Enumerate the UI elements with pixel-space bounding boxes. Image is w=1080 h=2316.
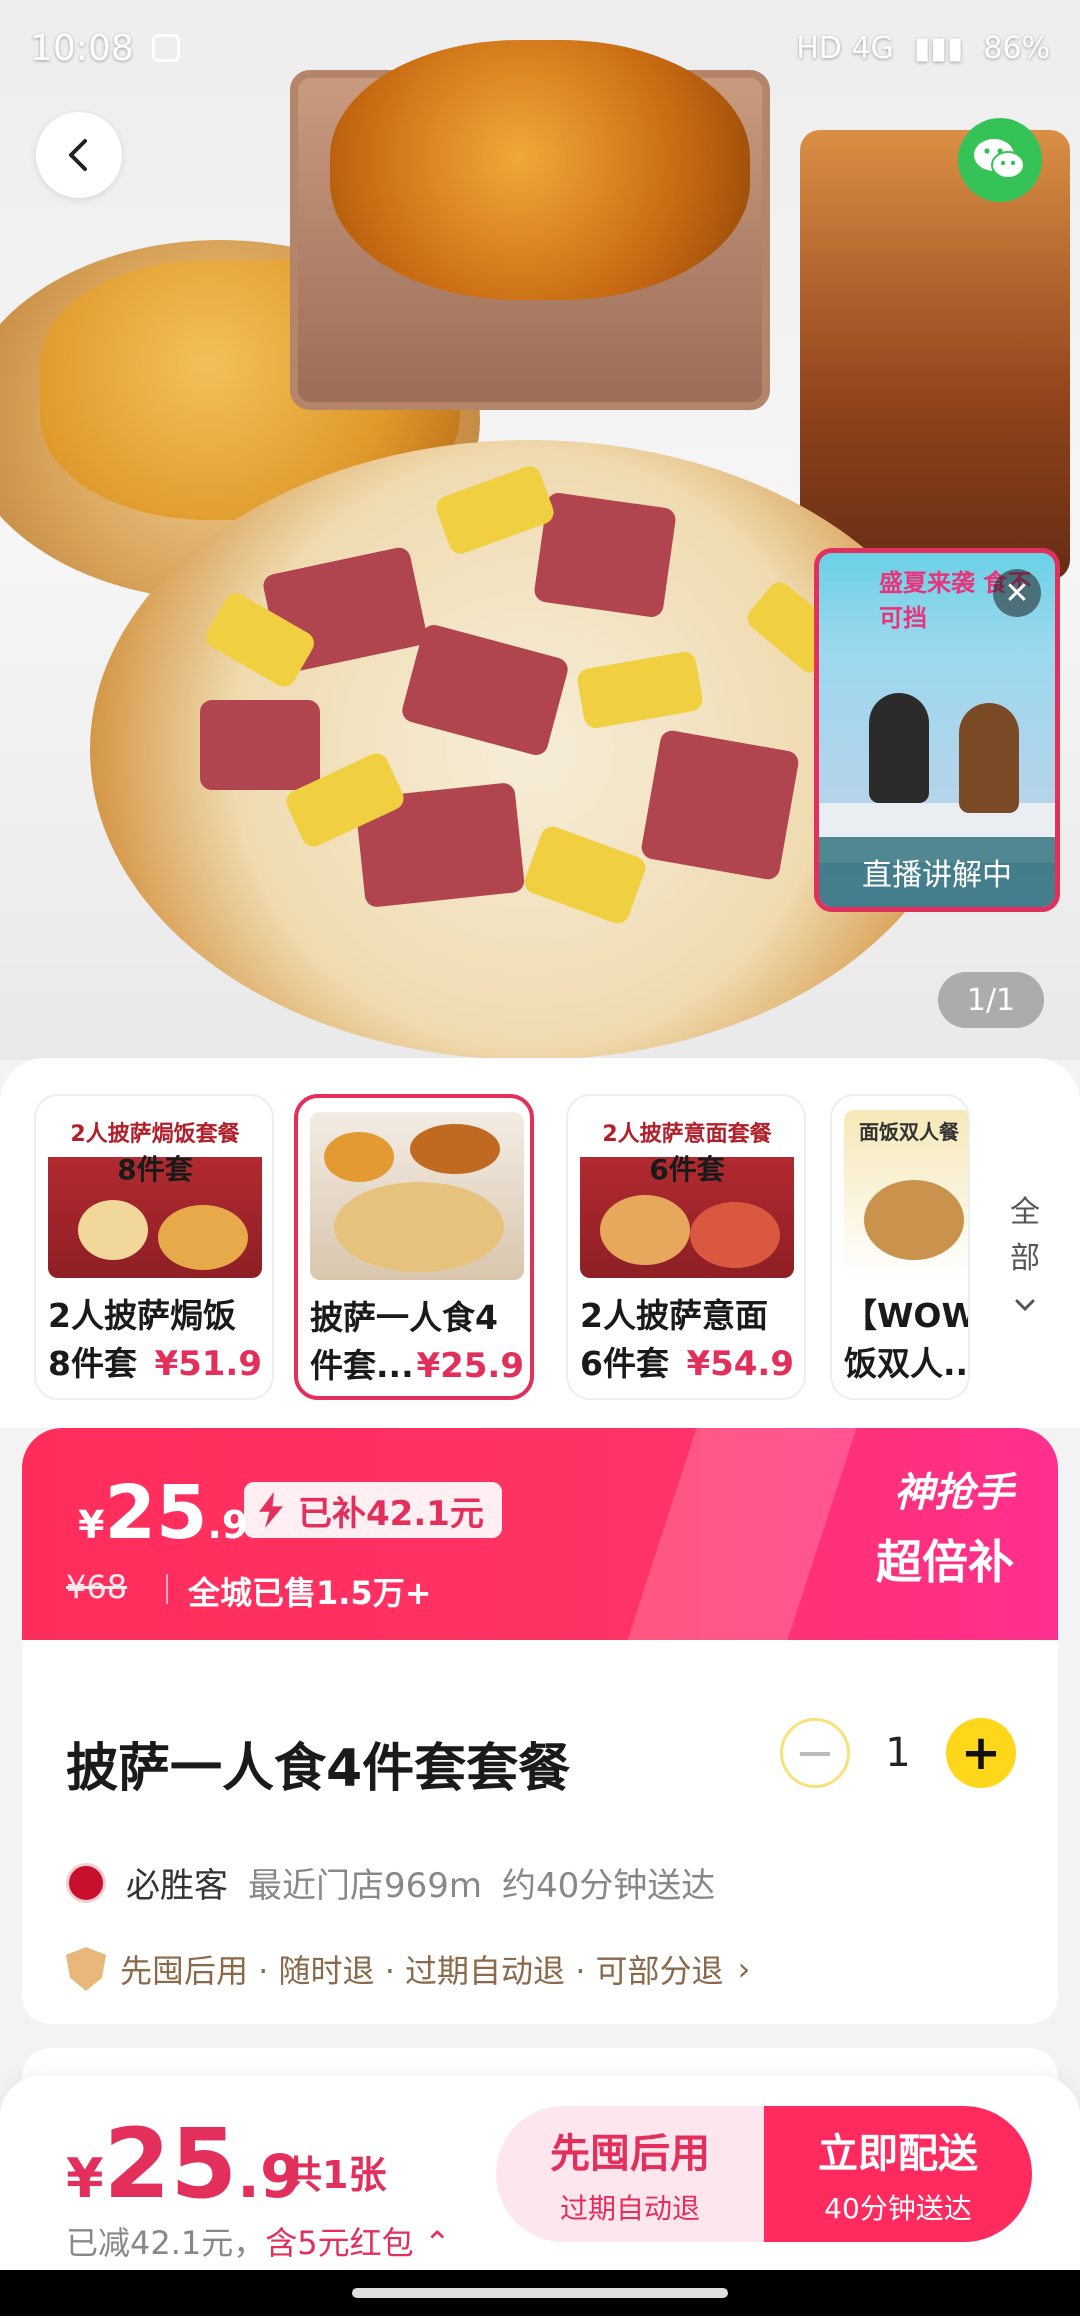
promo-brand-line1: 神抢手 (894, 1470, 1014, 1516)
variant-image-tag: 面饭双人餐 (859, 1120, 959, 1144)
variant-name: 2人披萨意面 6件套 ¥54.9 (580, 1292, 794, 1388)
variant-card-wow[interactable]: 面饭双人餐 【WOW】 饭双人... (830, 1094, 970, 1400)
live-stream-window[interactable]: 盛夏来袭 食不可挡 ✕ 直播讲解中 (814, 548, 1060, 912)
ticket-count: 共1张 (284, 2153, 387, 2197)
subsidy-text: 已补42.1元 (298, 1493, 484, 1534)
quantity-value: 1 (885, 1730, 911, 1776)
status-bar: 10:08 HD 4G ▮▮▮ 86% (0, 0, 1080, 96)
variant-image: 面饭双人餐 (844, 1110, 968, 1278)
original-price: ¥68 (66, 1568, 128, 1606)
promo-brand-line2: 超倍补 (876, 1535, 1014, 1589)
total-price: ¥25.9 (66, 2108, 302, 2220)
buy-later-button[interactable]: 先囤后用 过期自动退 (496, 2106, 764, 2242)
iced-tea-image (800, 130, 1070, 580)
variant-card-8pc[interactable]: 2人披萨焗饭套餐 8件套 2人披萨焗饭 8件套 ¥51.9 (34, 1094, 274, 1400)
bolt-decoration (627, 1428, 857, 1640)
delivery-time: 约40分钟送达 (502, 1866, 716, 1906)
shop-name: 必胜客 (126, 1866, 228, 1906)
lightning-icon (259, 1492, 283, 1528)
variant-image: 2人披萨意面套餐 6件套 (580, 1110, 794, 1278)
coupon-text: 含5元红包 (265, 2224, 414, 2262)
promo-banner: ¥25.9 已补42.1元 ¥68 全城已售1.5万+ 神抢手 超倍补 (22, 1428, 1058, 1640)
variant-name-line1: 【WOW】 (844, 1296, 968, 1335)
variant-name: 披萨一人食4 件套... ¥25.9 (310, 1294, 524, 1390)
all-label-2: 部 (1010, 1241, 1040, 1276)
divider (166, 1574, 168, 1604)
variant-price: ¥51.9 (154, 1344, 262, 1384)
live-hosts (859, 693, 1029, 813)
variant-image (310, 1112, 524, 1280)
deliver-now-sub: 40分钟送达 (824, 2192, 972, 2225)
wechat-icon (974, 139, 1025, 179)
subsidy-badge: 已补42.1元 (244, 1482, 502, 1538)
promo-price: ¥25.9 (78, 1470, 249, 1556)
shop-logo (66, 1862, 106, 1903)
wechat-share-button[interactable] (958, 118, 1042, 202)
product-image-gallery[interactable]: 10:08 HD 4G ▮▮▮ 86% 盛夏来袭 食不可挡 ✕ 直播讲解中 1/… (0, 0, 1080, 1060)
variant-image: 2人披萨焗饭套餐 8件套 (48, 1110, 262, 1278)
deliver-now-button[interactable]: 立即配送 40分钟送达 (764, 2106, 1032, 2242)
nearest-store: 最近门店969m (248, 1866, 483, 1906)
buy-later-sub: 过期自动退 (559, 2192, 700, 2225)
sold-count: 全城已售1.5万+ (188, 1574, 432, 1612)
signal-icon: ▮▮▮ (913, 30, 964, 66)
variant-name-line2: 饭双人... (844, 1344, 970, 1383)
variant-name: 【WOW】 饭双人... (844, 1292, 970, 1388)
live-caption: 直播讲解中 (819, 837, 1055, 907)
variant-image-tag: 2人披萨焗饭套餐 (70, 1122, 240, 1147)
variant-image-tag2: 6件套 (649, 1153, 725, 1186)
variant-name-line1: 披萨一人食4 (310, 1298, 498, 1337)
battery-level: 86% (983, 30, 1050, 66)
guarantee-row[interactable]: 先囤后用 · 随时退 · 过期自动退 · 可部分退 › (66, 1946, 750, 1992)
deliver-now-label: 立即配送 (818, 2131, 978, 2177)
variant-name-line1: 2人披萨焗饭 (48, 1296, 236, 1335)
variant-card-6pc[interactable]: 2人披萨意面套餐 6件套 2人披萨意面 6件套 ¥54.9 (566, 1094, 806, 1400)
status-time: 10:08 (30, 27, 134, 69)
discount-summary[interactable]: 已减42.1元，含5元红包 ⌃ (66, 2218, 451, 2264)
close-icon[interactable]: ✕ (993, 569, 1041, 617)
shop-row[interactable]: 必胜客 最近门店969m 约40分钟送达 (66, 1858, 715, 1907)
variant-name-line2: 6件套 (580, 1344, 669, 1383)
image-pager: 1/1 (938, 972, 1044, 1028)
variant-selector: 2人披萨焗饭套餐 8件套 2人披萨焗饭 8件套 ¥51.9 披萨一人食4 件套..… (0, 1058, 1080, 1428)
saved-amount: 已减42.1元， (66, 2224, 266, 2262)
home-indicator[interactable] (352, 2288, 728, 2298)
increase-button[interactable]: + (946, 1718, 1016, 1788)
network-indicator: HD 4G (796, 30, 894, 66)
all-variants-button[interactable]: 全 部 (1000, 1190, 1050, 1328)
guarantee-text: 先囤后用 · 随时退 · 过期自动退 · 可部分退 (120, 1952, 724, 1990)
variant-price: ¥25.9 (416, 1346, 524, 1386)
variant-name: 2人披萨焗饭 8件套 ¥51.9 (48, 1292, 262, 1388)
variant-image-tag: 2人披萨意面套餐 (602, 1122, 772, 1147)
chevron-down-icon (1015, 1299, 1035, 1312)
back-button[interactable] (36, 112, 122, 198)
action-buttons: 先囤后用 过期自动退 立即配送 40分钟送达 (496, 2106, 1032, 2242)
variant-card-4pc[interactable]: 披萨一人食4 件套... ¥25.9 (294, 1094, 534, 1400)
product-info-card: 披萨一人食4件套套餐 − 1 + 必胜客 最近门店969m 约40分钟送达 先囤… (22, 1640, 1058, 2024)
shield-icon (66, 1947, 106, 1991)
all-label-1: 全 (1010, 1195, 1040, 1230)
decrease-button[interactable]: − (780, 1718, 850, 1788)
variant-name-line2: 件套... (310, 1346, 414, 1385)
product-title: 披萨一人食4件套套餐 (66, 1739, 571, 1799)
variant-name-line2: 8件套 (48, 1344, 137, 1383)
buy-later-label: 先囤后用 (550, 2131, 710, 2177)
chevron-right-icon: › (737, 1950, 751, 1988)
gallery-icon (151, 34, 180, 62)
chevron-up-icon: ⌃ (423, 2224, 451, 2262)
variant-image-tag2: 8件套 (117, 1153, 193, 1186)
quantity-stepper: − 1 + (780, 1718, 1016, 1788)
chevron-left-icon (69, 139, 87, 171)
variant-price: ¥54.9 (686, 1344, 794, 1384)
variant-name-line1: 2人披萨意面 (580, 1296, 768, 1335)
